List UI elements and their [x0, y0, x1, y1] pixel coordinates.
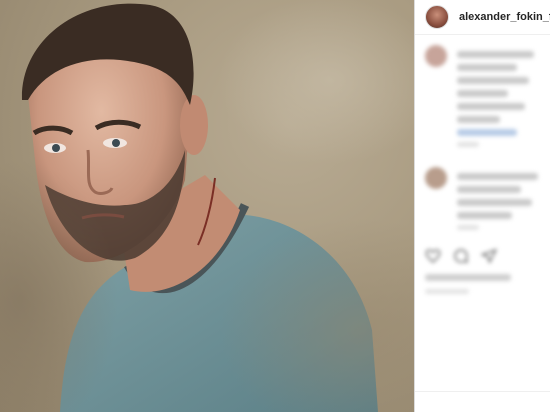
- caption-comment: [415, 35, 550, 157]
- share-icon[interactable]: [481, 248, 497, 264]
- commenter-avatar: [425, 167, 447, 189]
- blurred-comments-area: [415, 35, 550, 294]
- post-sidebar: alexander_fokin_fo •: [415, 0, 550, 412]
- likes-count: [425, 274, 511, 281]
- post-header: alexander_fokin_fo •: [415, 0, 550, 35]
- comment-item: [415, 157, 550, 240]
- add-comment-bar[interactable]: [415, 391, 550, 412]
- post-photo[interactable]: [0, 0, 414, 412]
- author-avatar[interactable]: [425, 5, 449, 29]
- post-actions: [415, 240, 550, 268]
- heart-icon[interactable]: [425, 248, 441, 264]
- caption-avatar: [425, 45, 447, 67]
- instagram-post: alexander_fokin_fo •: [0, 0, 550, 412]
- comment-icon[interactable]: [453, 248, 469, 264]
- author-username[interactable]: alexander_fokin_fo: [459, 11, 550, 23]
- post-timestamp: [425, 289, 469, 294]
